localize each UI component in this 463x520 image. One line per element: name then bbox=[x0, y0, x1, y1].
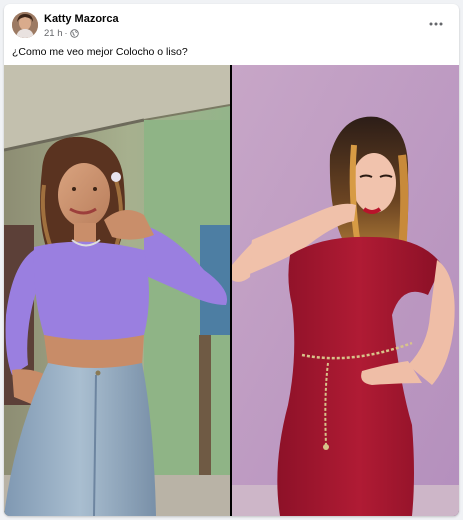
post-meta: 21 h · bbox=[44, 27, 79, 39]
globe-icon bbox=[69, 28, 79, 38]
post-text: ¿Como me veo mejor Colocho o liso? bbox=[12, 46, 188, 58]
meta-separator: · bbox=[64, 28, 68, 38]
photo-curly-hair[interactable] bbox=[4, 65, 230, 516]
author-avatar[interactable] bbox=[12, 12, 38, 38]
post-time[interactable]: 21 h bbox=[44, 28, 63, 39]
photo-straight-hair[interactable] bbox=[232, 65, 459, 516]
post-card: Katty Mazorca 21 h · ¿Como me veo mejor … bbox=[4, 4, 459, 516]
more-horizontal-icon bbox=[429, 22, 443, 26]
more-options-button[interactable] bbox=[424, 14, 448, 34]
post-header: Katty Mazorca 21 h · bbox=[4, 4, 459, 44]
post-media bbox=[4, 65, 459, 516]
author-name[interactable]: Katty Mazorca bbox=[44, 13, 119, 25]
